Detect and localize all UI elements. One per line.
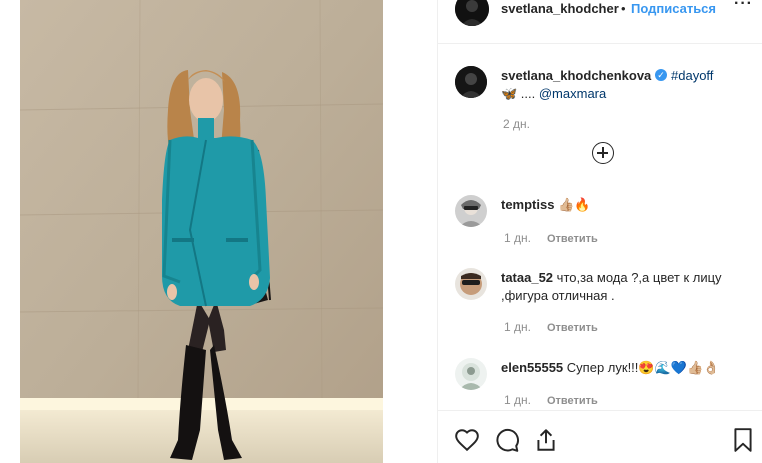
- caption-username[interactable]: svetlana_khodchenkova: [501, 68, 651, 83]
- action-bar: [438, 410, 762, 463]
- heart-icon[interactable]: [454, 427, 480, 453]
- reply-button[interactable]: Ответить: [547, 322, 598, 334]
- comment-username[interactable]: temptiss: [501, 197, 554, 212]
- photo-illustration: [20, 0, 383, 463]
- comment-avatar[interactable]: [455, 195, 487, 227]
- author-avatar[interactable]: [455, 0, 489, 26]
- caption-mention[interactable]: @maxmara: [539, 86, 606, 101]
- bookmark-icon[interactable]: [730, 427, 756, 453]
- avatar-image: [455, 268, 487, 300]
- caption-text-line: 🦋 .... @maxmara: [501, 86, 606, 102]
- comment-timestamp[interactable]: 1 дн.: [504, 231, 531, 245]
- comment-avatar[interactable]: [455, 268, 487, 300]
- caption-avatar[interactable]: [455, 66, 487, 98]
- caption-hashtag[interactable]: #dayoff: [671, 68, 713, 83]
- comment-body: 👍🏼🔥: [558, 197, 591, 212]
- plus-circle-icon[interactable]: [592, 142, 614, 164]
- comment-body: Супер лук!!!😍🌊💙👍🏼👌🏼: [566, 360, 720, 375]
- comment-text: tataa_52 что,за мода ?,а цвет к лицу ,фи…: [501, 269, 751, 305]
- caption-dots: ....: [517, 86, 539, 101]
- comment-timestamp[interactable]: 1 дн.: [504, 393, 531, 407]
- comment-meta: 1 дн. Ответить: [504, 320, 598, 334]
- separator-dot: •: [621, 1, 626, 16]
- comment-username[interactable]: tataa_52: [501, 270, 553, 285]
- reply-button[interactable]: Ответить: [547, 395, 598, 407]
- reply-button[interactable]: Ответить: [547, 233, 598, 245]
- comment-avatar[interactable]: [455, 358, 487, 390]
- comment-username[interactable]: elen55555: [501, 360, 563, 375]
- comment-meta: 1 дн. Ответить: [504, 231, 598, 245]
- share-icon[interactable]: [533, 427, 559, 453]
- post-photo[interactable]: [20, 0, 383, 463]
- comment-icon[interactable]: [494, 427, 520, 453]
- verified-badge-icon: ✓: [655, 69, 667, 81]
- butterfly-emoji: 🦋: [501, 86, 518, 101]
- follow-button[interactable]: Подписаться: [631, 1, 716, 16]
- more-options-icon[interactable]: ···: [734, 0, 753, 13]
- comment-text: elen55555 Супер лук!!!😍🌊💙👍🏼👌🏼: [501, 359, 751, 377]
- post-sidebar: svetlana_khodcher • Подписаться ··· svet…: [437, 0, 762, 463]
- avatar-image: [455, 195, 487, 227]
- comment-text: temptiss 👍🏼🔥: [501, 196, 751, 214]
- avatar-image: [455, 66, 487, 98]
- caption-timestamp[interactable]: 2 дн.: [503, 117, 530, 131]
- avatar-image: [455, 358, 487, 390]
- author-username[interactable]: svetlana_khodcher: [501, 1, 619, 16]
- comment-meta: 1 дн. Ответить: [504, 393, 598, 407]
- post-header: svetlana_khodcher • Подписаться ···: [438, 0, 762, 44]
- post-photo-panel: [0, 0, 437, 463]
- comment-timestamp[interactable]: 1 дн.: [504, 320, 531, 334]
- avatar-image: [455, 0, 489, 26]
